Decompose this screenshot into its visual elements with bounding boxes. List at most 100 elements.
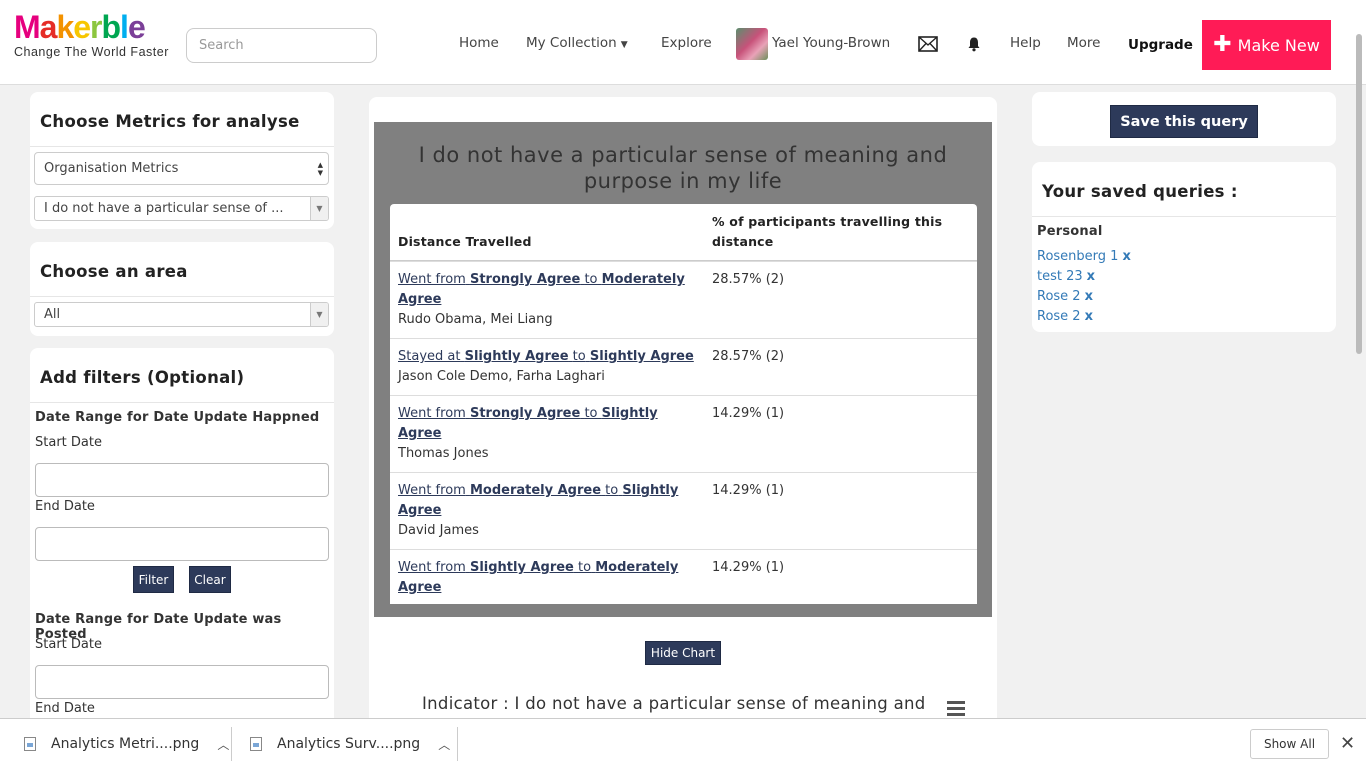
filter-button[interactable]: Filter (133, 566, 174, 593)
logo-letter: e (73, 9, 91, 45)
metric-type-select-value: Organisation Metrics (44, 161, 179, 176)
nav-more[interactable]: More (1067, 0, 1100, 85)
distance-to-word: to (584, 272, 598, 287)
nav-my-collection-label: My Collection (526, 35, 617, 51)
show-all-button[interactable]: Show All (1250, 729, 1329, 759)
logo-letter: e (127, 9, 146, 45)
chevron-up-icon[interactable]: ︿ (438, 736, 450, 753)
metric-type-select[interactable]: Organisation Metrics ▲ ▼ (34, 152, 329, 185)
nav-user-name[interactable]: Yael Young-Brown (772, 0, 890, 85)
saved-query-item: Rose 2 x (1037, 287, 1131, 307)
start-date-label: Start Date (35, 637, 102, 652)
logo-letter: r (90, 9, 102, 45)
start-date-input[interactable] (35, 463, 329, 497)
remove-query-icon[interactable]: x (1122, 249, 1130, 264)
distance-cell: Went from Strongly Agree to Moderately A… (398, 270, 698, 330)
participant-names: Thomas Jones (398, 446, 489, 461)
saved-query-link[interactable]: Rosenberg 1 (1037, 249, 1118, 264)
participant-names: Jason Cole Demo, Farha Laghari (398, 369, 605, 384)
caret-down-icon: ▼ (620, 40, 628, 50)
chart-panel: I do not have a particular sense of mean… (374, 122, 992, 617)
metrics-card: Choose Metrics for analyse Organisation … (30, 92, 334, 229)
remove-query-icon[interactable]: x (1087, 269, 1095, 284)
metrics-card-title: Choose Metrics for analyse (40, 112, 300, 131)
envelope-icon[interactable] (918, 36, 938, 56)
updown-arrows-icon: ▲ ▼ (317, 160, 323, 177)
logo-tagline: Change The World Faster (14, 45, 169, 59)
distance-link[interactable]: Went from Strongly Agree to Moderately A… (398, 272, 685, 307)
saved-queries-card: Your saved queries : Personal Rosenberg … (1032, 162, 1336, 332)
saved-query-item: Rosenberg 1 x (1037, 247, 1131, 267)
hamburger-menu-icon[interactable] (947, 701, 965, 719)
area-select[interactable]: All ▼ (34, 302, 329, 327)
percent-cell: 14.29% (1) (712, 406, 785, 421)
saved-query-link[interactable]: Rose 2 (1037, 289, 1081, 304)
participant-names: Rudo Obama, Mei Liang (398, 312, 553, 327)
distance-link[interactable]: Went from Moderately Agree to Slightly A… (398, 483, 678, 518)
makerble-logo[interactable]: Makerble Change The World Faster (14, 10, 169, 59)
distance-from: Strongly Agree (469, 406, 581, 421)
page-scrollbar[interactable] (1356, 34, 1362, 354)
divider (30, 296, 334, 297)
make-new-label: Make New (1237, 35, 1320, 55)
chevron-down-icon: ▼ (310, 197, 328, 220)
nav-my-collection[interactable]: My Collection ▼ (526, 0, 628, 85)
download-item[interactable]: Analytics Surv....png ︿ (250, 719, 450, 768)
saved-query-link[interactable]: test 23 (1037, 269, 1083, 284)
distance-to-word: to (605, 483, 619, 498)
table-row: Went from Strongly Agree to Moderately A… (390, 261, 977, 338)
end-date-input[interactable] (35, 527, 329, 561)
distance-cell: Went from Slightly Agree to Moderately A… (398, 558, 698, 598)
saved-query-link[interactable]: Rose 2 (1037, 309, 1081, 324)
distance-to: Slightly Agree (589, 349, 694, 364)
remove-query-icon[interactable]: x (1085, 309, 1093, 324)
logo-letter: M (14, 9, 41, 45)
nav-explore[interactable]: Explore (661, 0, 712, 85)
make-new-button[interactable]: ✚ Make New (1202, 20, 1331, 70)
user-avatar[interactable] (736, 28, 768, 60)
distance-cell: Went from Strongly Agree to Slightly Agr… (398, 404, 698, 464)
chart-title: I do not have a particular sense of mean… (418, 143, 948, 193)
bell-icon[interactable] (966, 36, 982, 56)
percent-cell: 14.29% (1) (712, 560, 785, 575)
end-date-label: End Date (35, 701, 95, 716)
distance-verb: Went from (398, 406, 466, 421)
distance-cell: Went from Moderately Agree to Slightly A… (398, 481, 698, 541)
distance-link[interactable]: Went from Strongly Agree to Slightly Agr… (398, 406, 658, 441)
search-input[interactable] (186, 28, 377, 63)
nav-upgrade[interactable]: Upgrade (1128, 0, 1193, 85)
metric-select[interactable]: I do not have a particular sense of ... … (34, 196, 329, 221)
remove-query-icon[interactable]: x (1085, 289, 1093, 304)
distance-to-word: to (578, 560, 592, 575)
start-date-label: Start Date (35, 435, 102, 450)
nav-home[interactable]: Home (459, 0, 499, 85)
distance-link[interactable]: Stayed at Slightly Agree to Slightly Agr… (398, 349, 694, 364)
distance-to-word: to (572, 349, 586, 364)
saved-query-item: Rose 2 x (1037, 307, 1131, 327)
percent-cell: 28.57% (2) (712, 272, 785, 287)
download-bar: Analytics Metri....png ︿ Analytics Surv.… (0, 718, 1366, 768)
saved-queries-list: Rosenberg 1 x test 23 x Rose 2 x Rose 2x (1037, 247, 1131, 327)
logo-wordmark: Makerble (14, 10, 169, 44)
download-item[interactable]: Analytics Metri....png ︿ (24, 719, 229, 768)
distance-table: Distance Travelled % of participants tra… (390, 204, 977, 604)
table-row: Went from Strongly Agree to Slightly Agr… (390, 395, 977, 472)
metric-select-value: I do not have a particular sense of ... (44, 201, 284, 216)
table-row: Stayed at Slightly Agree to Slightly Agr… (390, 338, 977, 395)
save-query-button[interactable]: Save this query (1110, 105, 1258, 138)
posted-start-date-input[interactable] (35, 665, 329, 699)
percent-cell: 28.57% (2) (712, 349, 785, 364)
distance-link[interactable]: Went from Slightly Agree to Moderately A… (398, 560, 678, 595)
clear-button[interactable]: Clear (189, 566, 231, 593)
distance-from: Moderately Agree (469, 483, 602, 498)
hide-chart-button[interactable]: Hide Chart (645, 641, 721, 665)
filters-card: Add filters (Optional) Date Range for Da… (30, 348, 334, 728)
chevron-up-icon[interactable]: ︿ (217, 736, 229, 753)
distance-from: Slightly Agree (464, 349, 569, 364)
distance-verb: Stayed at (398, 349, 461, 364)
distance-verb: Went from (398, 272, 466, 287)
nav-help[interactable]: Help (1010, 0, 1041, 85)
col-distance-travelled: Distance Travelled (398, 234, 532, 249)
plus-icon: ✚ (1213, 32, 1232, 57)
close-icon[interactable]: ✕ (1340, 733, 1355, 754)
